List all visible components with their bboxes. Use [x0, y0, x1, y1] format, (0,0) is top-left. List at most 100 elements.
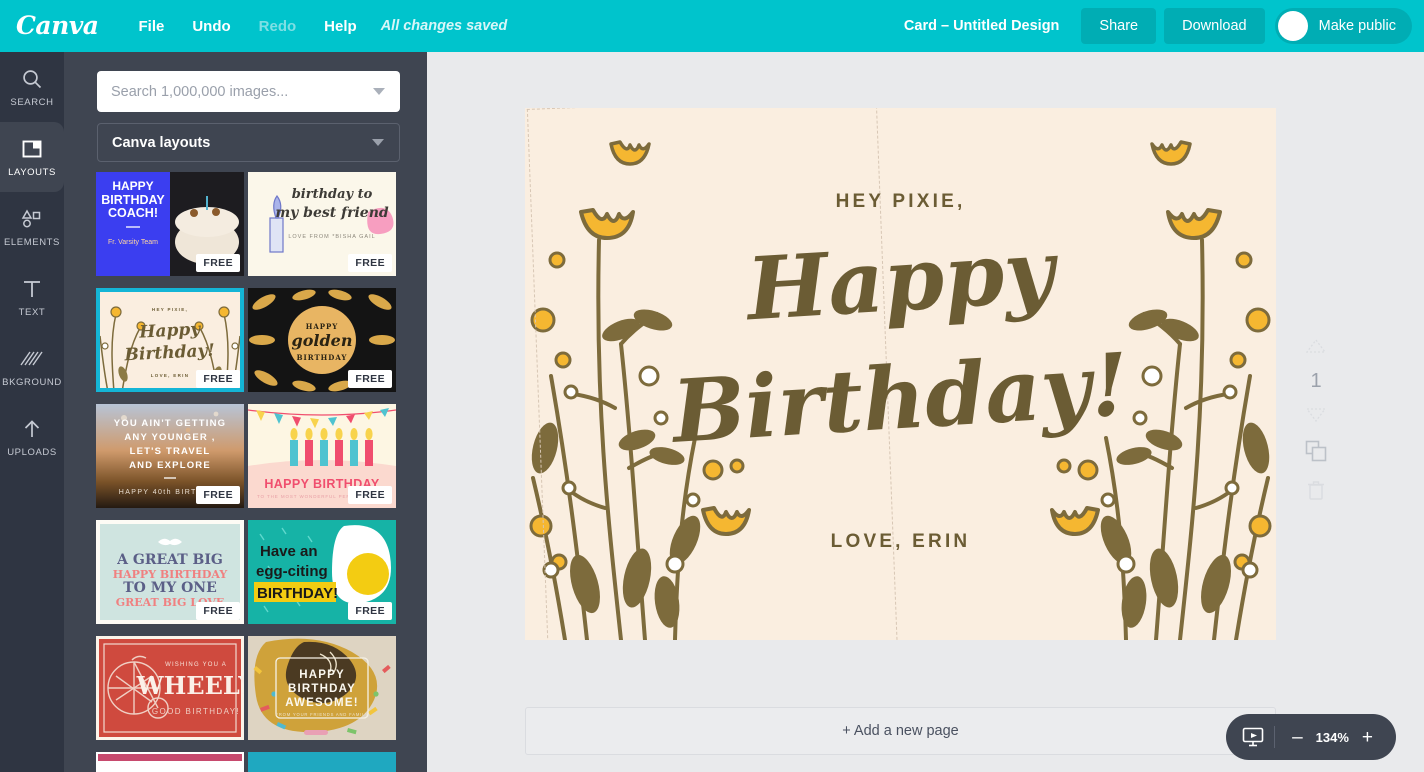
svg-text:BIRTHDAY: BIRTHDAY [288, 683, 356, 695]
design-page[interactable]: HEY PIXIE, Happy Birthday! LOVE, ERIN [525, 108, 1276, 640]
page-tools: 1 [1293, 330, 1339, 509]
free-badge: FREE [348, 486, 392, 504]
chevron-down-icon[interactable] [373, 88, 385, 95]
layouts-icon [22, 140, 42, 157]
sidebar-label-text: TEXT [18, 306, 46, 318]
sidebar-label-background: BKGROUND [2, 376, 62, 388]
zoom-out-button[interactable]: – [1285, 728, 1310, 747]
svg-text:Fr. Varsity Team: Fr. Varsity Team [108, 239, 158, 246]
svg-text:GOOD BIRTHDAY!: GOOD BIRTHDAY! [152, 707, 240, 716]
category-value: Canva layouts [112, 134, 211, 151]
layout-thumb-dearest-angelica[interactable]: DEAREST ANGELICA, HAPPY BIRTHDAY TO YOU [96, 752, 244, 772]
layout-thumb-birthday-best-friend[interactable]: birthday to my best friend LOVE FROM *BI… [248, 172, 396, 276]
svg-text:Happy: Happy [138, 319, 202, 342]
svg-text:LET'S TRAVEL: LET'S TRAVEL [130, 446, 211, 457]
svg-text:COACH!: COACH! [108, 206, 158, 220]
duplicate-page-icon[interactable] [1305, 440, 1327, 462]
svg-text:WHEELY: WHEELY [136, 671, 244, 700]
svg-text:LOVE, ERIN: LOVE, ERIN [151, 373, 190, 378]
chevron-down-icon[interactable] [372, 139, 384, 146]
svg-text:HAPPY: HAPPY [299, 669, 345, 681]
zoom-in-button[interactable]: + [1355, 728, 1380, 747]
svg-text:Have an: Have an [260, 543, 318, 560]
svg-text:HEY PIXIE,: HEY PIXIE, [152, 307, 188, 312]
sidebar-item-uploads[interactable]: UPLOADS [0, 402, 64, 472]
share-button[interactable]: Share [1081, 8, 1157, 44]
zoom-toolbar: – 134% + [1226, 714, 1396, 760]
layout-thumb-happy-birthday-candles[interactable]: HAPPY BIRTHDAY TO THE MOST WONDERFUL PER… [248, 404, 396, 508]
menu-file[interactable]: File [125, 18, 179, 35]
sidebar-label-elements: ELEMENTS [3, 236, 60, 248]
category-dropdown[interactable]: Canva layouts [97, 123, 400, 162]
make-public-toggle[interactable]: Make public [1274, 8, 1412, 44]
sidebar-item-search[interactable]: SEARCH [0, 52, 64, 122]
svg-text:egg-citing: egg-citing [256, 563, 328, 580]
layout-thumb-happy-birthday-floral[interactable]: HEY PIXIE, Happy Birthday! LOVE, ERIN FR… [96, 288, 244, 392]
svg-text:TO MY ONE: TO MY ONE [123, 580, 217, 596]
layout-thumb-egg-citing-birthday[interactable]: Have an egg-citing BIRTHDAY! FREE [248, 520, 396, 624]
uploads-icon [24, 419, 40, 437]
search-field[interactable] [97, 71, 400, 112]
svg-text:FROM YOUR FRIENDS AND FAMILY: FROM YOUR FRIENDS AND FAMILY [276, 712, 369, 717]
top-toolbar-right: Card – Untitled Design Share Download Ma… [904, 8, 1424, 44]
sidebar-label-layouts: LAYOUTS [8, 166, 56, 178]
svg-text:BIRTHDAY!: BIRTHDAY! [257, 585, 338, 602]
move-page-down-icon[interactable] [1306, 408, 1326, 422]
text-icon [24, 280, 40, 297]
move-page-up-icon[interactable] [1306, 339, 1326, 353]
svg-text:ANY YOUNGER ,: ANY YOUNGER , [124, 432, 215, 443]
sidebar-label-search: SEARCH [10, 96, 54, 108]
layout-thumb-birthday-coach[interactable]: HAPPY BIRTHDAY COACH! Fr. Varsity Team F… [96, 172, 244, 276]
svg-text:AND EXPLORE: AND EXPLORE [129, 460, 211, 471]
design-title[interactable]: Card – Untitled Design [904, 18, 1060, 34]
search-icon [23, 69, 42, 88]
svg-text:WISHING YOU A: WISHING YOU A [165, 662, 227, 668]
free-badge: FREE [348, 370, 392, 388]
canvas-stage: HEY PIXIE, Happy Birthday! LOVE, ERIN 1 [427, 52, 1424, 772]
layout-thumb-happy-birthday-awesome[interactable]: HAPPY BIRTHDAY AWESOME! FROM YOUR FRIEND… [248, 636, 396, 740]
svg-text:BIRTHDAY: BIRTHDAY [297, 353, 348, 362]
layout-thumb-pool-birthday-photo[interactable] [248, 752, 396, 772]
top-toolbar: Canva File Undo Redo Help All changes sa… [0, 0, 1424, 52]
delete-page-icon[interactable] [1307, 480, 1325, 500]
menu-undo[interactable]: Undo [178, 18, 244, 35]
menu-redo[interactable]: Redo [245, 18, 311, 35]
free-badge: FREE [196, 370, 240, 388]
add-new-page-button[interactable]: + Add a new page [525, 707, 1276, 755]
present-icon[interactable] [1242, 726, 1264, 748]
layout-thumb-happy-golden-birthday[interactable]: HAPPY golden BIRTHDAY FREE [248, 288, 396, 392]
sidebar-item-elements[interactable]: ELEMENTS [0, 192, 64, 262]
search-input[interactable] [111, 83, 351, 100]
free-badge: FREE [196, 486, 240, 504]
background-icon [20, 351, 43, 365]
canva-editor: Canva File Undo Redo Help All changes sa… [0, 0, 1424, 772]
layout-thumb-great-big-happy-birthday[interactable]: A GREAT BIG HAPPY BIRTHDAY TO MY ONE GRE… [96, 520, 244, 624]
sidebar-item-text[interactable]: TEXT [0, 262, 64, 332]
canva-logo[interactable]: Canva [16, 13, 99, 38]
svg-text:YOU AIN'T GETTING: YOU AIN'T GETTING [114, 418, 227, 429]
free-badge: FREE [196, 602, 240, 620]
layout-thumbnail-grid: HAPPY BIRTHDAY COACH! Fr. Varsity Team F… [96, 172, 396, 772]
sidebar-item-layouts[interactable]: LAYOUTS [0, 122, 64, 192]
svg-text:LOVE FROM *BISHA GAIL: LOVE FROM *BISHA GAIL [288, 234, 375, 240]
elements-icon [21, 208, 41, 227]
svg-text:birthday to: birthday to [292, 187, 373, 202]
layout-thumb-wheely-good-birthday[interactable]: WISHING YOU A WHEELY GOOD BIRTHDAY! [96, 636, 244, 740]
toggle-knob-icon [1277, 11, 1308, 41]
svg-text:golden: golden [292, 331, 353, 350]
make-public-label: Make public [1318, 18, 1396, 34]
sidebar-item-background[interactable]: BKGROUND [0, 332, 64, 402]
zoom-level: 134% [1315, 729, 1349, 745]
toolbar-divider [1274, 726, 1276, 748]
free-badge: FREE [348, 254, 392, 272]
canvas-greeting-text[interactable]: HEY PIXIE, [525, 191, 1276, 213]
download-button[interactable]: Download [1164, 8, 1265, 44]
layouts-panel: Canva layouts HAPPY BIRTHDAY COACH! Fr. … [64, 52, 427, 772]
free-badge: FREE [196, 254, 240, 272]
save-status: All changes saved [380, 18, 508, 34]
canvas-signoff-text[interactable]: LOVE, ERIN [525, 531, 1276, 553]
svg-text:BIRTHDAY: BIRTHDAY [101, 193, 165, 207]
layout-thumb-aint-getting-any-younger[interactable]: YOU AIN'T GETTING ANY YOUNGER , LET'S TR… [96, 404, 244, 508]
menu-help[interactable]: Help [310, 18, 371, 35]
svg-text:HAPPY: HAPPY [306, 322, 339, 331]
